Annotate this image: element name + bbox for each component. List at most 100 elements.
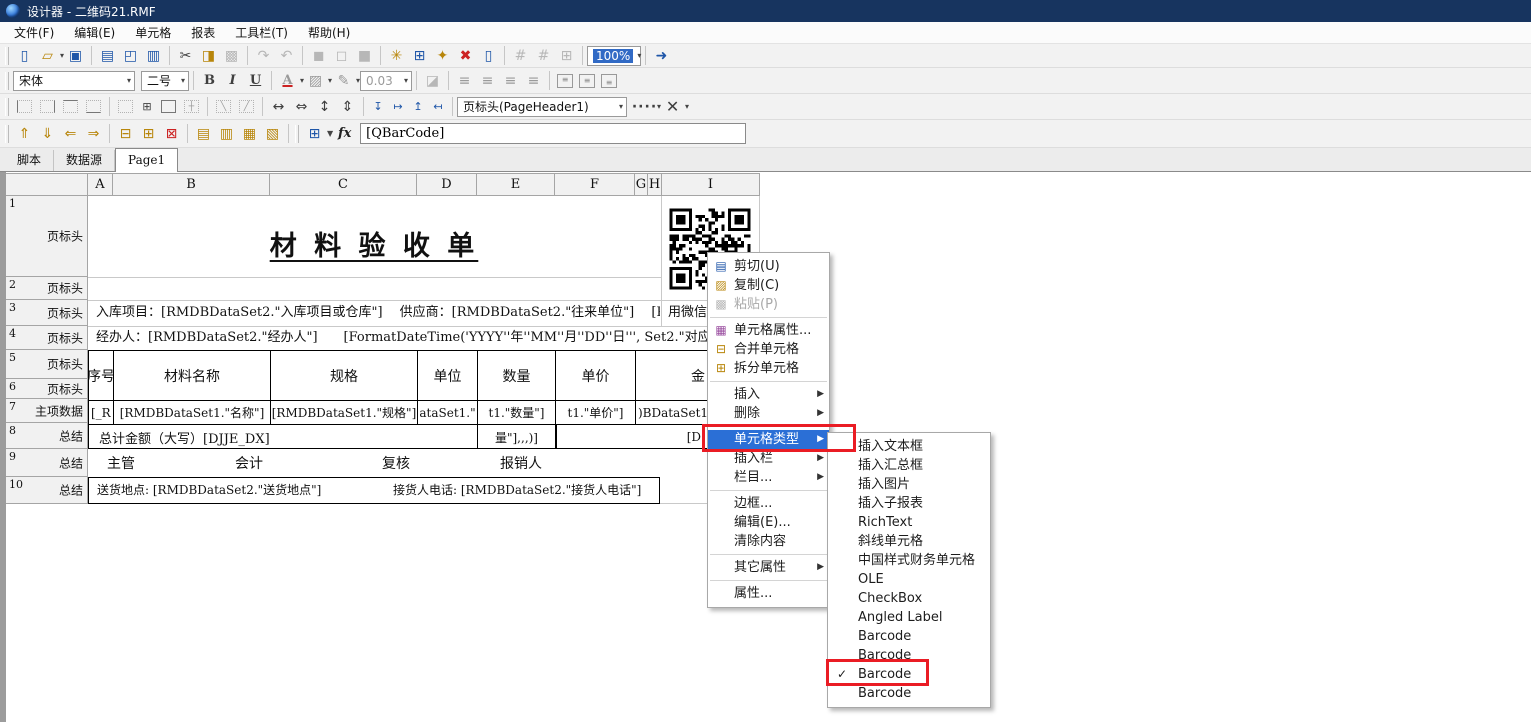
signature-claimant[interactable]: 报销人 [500, 452, 580, 476]
table-header-price[interactable]: 单价 [556, 351, 636, 400]
bring-forward-icon[interactable]: ◼ [307, 45, 330, 66]
column-header-d[interactable]: D [417, 173, 477, 196]
table-data-name[interactable]: [RMDBDataSet1."名称"] [114, 401, 271, 424]
fit-row-height-icon[interactable]: ↕ [313, 96, 336, 117]
cut-icon[interactable]: ✂ [174, 45, 197, 66]
font-family-select[interactable]: 宋体 ▾ [13, 71, 135, 91]
font-color-icon[interactable]: A [276, 70, 299, 91]
row-header-3[interactable]: 3 页标头 [6, 300, 88, 326]
submenu-item-richtext[interactable]: RichText [828, 513, 990, 532]
table-data-unit[interactable]: ataSet1." [418, 401, 478, 424]
font-size-dropdown-arrow-icon[interactable]: ▾ [181, 76, 185, 85]
submenu-item-barcode-1[interactable]: Barcode [828, 627, 990, 646]
table-header-unit[interactable]: 单位 [418, 351, 478, 400]
insert-row-above-icon[interactable]: ⇑ [13, 123, 36, 144]
page-setup-icon[interactable]: ▥ [142, 45, 165, 66]
diagonal-down-icon[interactable]: ╲ [216, 100, 231, 113]
row-header-4[interactable]: 4 页标头 [6, 326, 88, 350]
clear-format-dropdown-arrow-icon[interactable]: ▾ [685, 102, 689, 111]
exit-icon[interactable]: ➜ [650, 45, 673, 66]
row-header-9[interactable]: 9 总结 [6, 449, 88, 477]
column-header-h[interactable]: H [648, 173, 662, 196]
signature-reviewer[interactable]: 复核 [382, 452, 442, 476]
row-header-8[interactable]: 8 总结 [6, 423, 88, 449]
submenu-item-insert-image[interactable]: 插入图片 [828, 475, 990, 494]
row-header-1[interactable]: 1 页标头 [6, 196, 88, 277]
border-top-icon[interactable] [63, 100, 78, 113]
submenu-item-checkbox[interactable]: CheckBox [828, 589, 990, 608]
table-summary-right[interactable]: [D [556, 425, 705, 449]
border-right-icon[interactable] [40, 100, 55, 113]
band-select[interactable]: 页标头(PageHeader1) ▾ [457, 97, 627, 117]
line-width-dropdown-arrow-icon[interactable]: ▾ [404, 76, 408, 85]
fit-col-width-icon[interactable]: ↔ [267, 96, 290, 117]
page-border-icon[interactable]: ⊞ [555, 45, 578, 66]
align-justify-icon[interactable]: ≡ [522, 70, 545, 91]
goto-cell-icon[interactable]: ⊞ [303, 123, 326, 144]
insert-row-below-icon[interactable]: ⇓ [36, 123, 59, 144]
clear-cell-icon[interactable]: ⊠ [160, 123, 183, 144]
print-preview-icon[interactable]: ◰ [119, 45, 142, 66]
align-left-icon[interactable]: ≡ [453, 70, 476, 91]
snap-grid-icon[interactable]: # [532, 45, 555, 66]
move-cell-right-icon[interactable]: ↦ [388, 96, 408, 117]
italic-button[interactable]: I [221, 70, 244, 91]
context-menu-item-insert[interactable]: 插入 ▶ [708, 385, 829, 404]
column-header-g[interactable]: G [635, 173, 648, 196]
report-title-cell[interactable]: 材 料 验 收 单 [113, 228, 635, 266]
band-header-icon[interactable]: ▤ [192, 123, 215, 144]
column-header-e[interactable]: E [477, 173, 555, 196]
submenu-item-diagonal-cell[interactable]: 斜线单元格 [828, 532, 990, 551]
context-menu-item-other-properties[interactable]: 其它属性 ▶ [708, 558, 829, 577]
border-inner-icon[interactable]: ┼ [184, 100, 199, 113]
valign-middle-icon[interactable]: ≡ [579, 74, 595, 88]
delete-page-icon[interactable]: ✖ [454, 45, 477, 66]
context-menu-item-properties[interactable]: 属性... [708, 584, 829, 603]
border-outer-icon[interactable] [161, 100, 176, 113]
row-header-10[interactable]: 10 总结 [6, 477, 88, 504]
context-menu-item-paste[interactable]: ▩ 粘贴(P) [708, 295, 829, 314]
fill-block-icon[interactable]: ■ [353, 45, 376, 66]
context-menu-item-columns[interactable]: 栏目... ▶ [708, 468, 829, 487]
line-width-select[interactable]: 0.03 ▾ [360, 71, 412, 91]
align-center-icon[interactable]: ≡ [476, 70, 499, 91]
fill-color-icon[interactable]: ▨ [304, 70, 327, 91]
table-header-seq[interactable]: 序号 [89, 351, 114, 400]
menu-cell[interactable]: 单元格 [125, 22, 181, 44]
band-dropdown-arrow-icon[interactable]: ▾ [619, 102, 623, 111]
table-summary-mid[interactable]: 量"],,,)] [478, 425, 556, 449]
tab-page1[interactable]: Page1 [115, 148, 178, 172]
bold-button[interactable]: B [198, 70, 221, 91]
font-size-select[interactable]: 二号 ▾ [141, 71, 189, 91]
context-menu-item-borders[interactable]: 边框... [708, 494, 829, 513]
context-menu-item-cut[interactable]: ▤ 剪切(U) [708, 257, 829, 276]
submenu-item-angled-label[interactable]: Angled Label [828, 608, 990, 627]
menu-file[interactable]: 文件(F) [4, 22, 64, 44]
context-menu-item-delete[interactable]: 删除 ▶ [708, 404, 829, 423]
table-data-spec[interactable]: [RMDBDataSet1."规格"] [271, 401, 418, 424]
line-style-icon[interactable]: ···· [633, 96, 656, 117]
fit-col-width-all-icon[interactable]: ⇔ [290, 96, 313, 117]
insert-table-icon[interactable]: ⊞ [408, 45, 431, 66]
border-bottom-icon[interactable] [86, 100, 101, 113]
align-right-icon[interactable]: ≡ [499, 70, 522, 91]
valign-bottom-icon[interactable]: ≡ [601, 74, 617, 88]
new-document-icon[interactable]: ▯ [13, 45, 36, 66]
table-data-qty[interactable]: t1."数量"] [478, 401, 556, 424]
border-left-icon[interactable] [17, 100, 32, 113]
split-cols-icon[interactable]: ⊞ [137, 123, 160, 144]
column-header-corner[interactable] [6, 173, 88, 196]
send-backward-icon[interactable]: ◻ [330, 45, 353, 66]
format-eraser-icon[interactable]: ◪ [421, 70, 444, 91]
band-detail-icon[interactable]: ▦ [238, 123, 261, 144]
band-summary-icon[interactable]: ▧ [261, 123, 284, 144]
line-color-icon[interactable]: ✎ [332, 70, 355, 91]
menu-toolbars[interactable]: 工具栏(T) [225, 22, 298, 44]
tab-datasource[interactable]: 数据源 [54, 150, 115, 171]
menu-report[interactable]: 报表 [181, 22, 225, 44]
row-header-7[interactable]: 7 主项数据 [6, 399, 88, 423]
context-menu-item-cell-properties[interactable]: ▦ 单元格属性... [708, 321, 829, 340]
border-all-icon[interactable]: ⊞ [137, 96, 157, 117]
split-rows-icon[interactable]: ⊟ [114, 123, 137, 144]
open-icon[interactable]: ▱ [36, 45, 59, 66]
